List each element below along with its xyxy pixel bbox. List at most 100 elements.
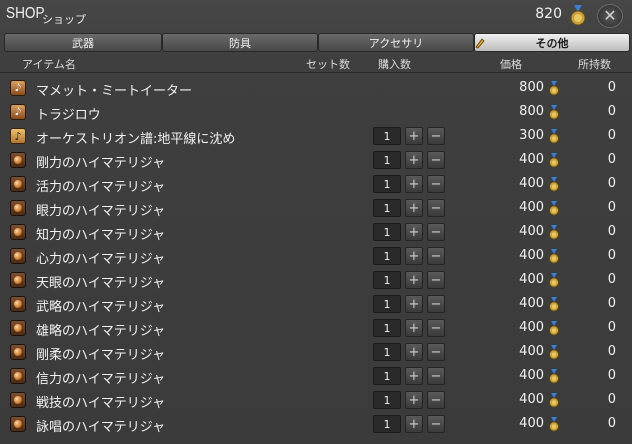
decrement-button[interactable]: −: [427, 391, 445, 409]
materia-icon: [10, 152, 26, 168]
materia-icon: [10, 176, 26, 192]
item-name: 知力のハイマテリジャ: [36, 228, 166, 243]
decrement-button[interactable]: −: [427, 199, 445, 217]
list-item[interactable]: 武略のハイマテリジャ 1 + − 400 0: [0, 292, 632, 316]
increment-button[interactable]: +: [405, 319, 423, 337]
increment-button[interactable]: +: [405, 199, 423, 217]
gil-medal-icon: [549, 273, 559, 288]
tab-weapons[interactable]: 武器: [4, 33, 162, 52]
decrement-button[interactable]: −: [427, 343, 445, 361]
close-icon: ✕: [603, 6, 617, 25]
gil-medal-icon: [549, 417, 559, 432]
quantity-input[interactable]: 1: [373, 415, 401, 433]
list-item[interactable]: 剛柔のハイマテリジャ 1 + − 400 0: [0, 340, 632, 364]
tab-label: 防具: [229, 36, 251, 50]
decrement-button[interactable]: −: [427, 295, 445, 313]
gil-medal-icon: [549, 345, 559, 360]
decrement-button[interactable]: −: [427, 247, 445, 265]
list-item[interactable]: 詠唱のハイマテリジャ 1 + − 400 0: [0, 412, 632, 436]
gil-medal-icon: [549, 129, 559, 144]
list-item[interactable]: 活力のハイマテリジャ 1 + − 400 0: [0, 172, 632, 196]
materia-icon: [10, 248, 26, 264]
item-name: オーケストリオン譜:地平線に沈め: [36, 132, 236, 147]
increment-button[interactable]: +: [405, 151, 423, 169]
quantity-input[interactable]: 1: [373, 223, 401, 241]
close-button[interactable]: ✕: [597, 4, 623, 28]
quantity-input[interactable]: 1: [373, 151, 401, 169]
list-item[interactable]: 眼力のハイマテリジャ 1 + − 400 0: [0, 196, 632, 220]
item-price: 400: [519, 152, 544, 167]
quantity-input[interactable]: 1: [373, 175, 401, 193]
quantity-input[interactable]: 1: [373, 247, 401, 265]
increment-button[interactable]: +: [405, 127, 423, 145]
item-name: 天眼のハイマテリジャ: [36, 276, 166, 291]
increment-button[interactable]: +: [405, 295, 423, 313]
materia-icon: [10, 320, 26, 336]
list-item[interactable]: ♪ オーケストリオン譜:地平線に沈め 1 + − 300 0: [0, 124, 632, 148]
header-divider: [0, 72, 632, 73]
increment-button[interactable]: +: [405, 415, 423, 433]
increment-button[interactable]: +: [405, 271, 423, 289]
list-item[interactable]: 天眼のハイマテリジャ 1 + − 400 0: [0, 268, 632, 292]
materia-icon: [10, 224, 26, 240]
item-owned-count: 0: [607, 320, 616, 335]
list-item[interactable]: 信力のハイマテリジャ 1 + − 400 0: [0, 364, 632, 388]
item-price: 800: [519, 104, 544, 119]
tab-other[interactable]: その他: [474, 33, 630, 52]
quantity-input[interactable]: 1: [373, 199, 401, 217]
decrement-button[interactable]: −: [427, 175, 445, 193]
quantity-input[interactable]: 1: [373, 391, 401, 409]
col-header-owned: 所持数: [578, 58, 611, 71]
gil-medal-icon: [549, 81, 559, 96]
quantity-input[interactable]: 1: [373, 295, 401, 313]
decrement-button[interactable]: −: [427, 151, 445, 169]
list-item[interactable]: 剛力のハイマテリジャ 1 + − 400 0: [0, 148, 632, 172]
item-owned-count: 0: [607, 152, 616, 167]
item-price: 400: [519, 392, 544, 407]
increment-button[interactable]: +: [405, 367, 423, 385]
list-item[interactable]: 知力のハイマテリジャ 1 + − 400 0: [0, 220, 632, 244]
list-item[interactable]: 雄略のハイマテリジャ 1 + − 400 0: [0, 316, 632, 340]
item-owned-count: 0: [607, 80, 616, 95]
decrement-button[interactable]: −: [427, 367, 445, 385]
gil-medal-icon: [549, 153, 559, 168]
decrement-button[interactable]: −: [427, 319, 445, 337]
increment-button[interactable]: +: [405, 391, 423, 409]
item-price: 400: [519, 416, 544, 431]
item-price: 300: [519, 128, 544, 143]
item-owned-count: 0: [607, 248, 616, 263]
increment-button[interactable]: +: [405, 247, 423, 265]
item-owned-count: 0: [607, 176, 616, 191]
category-tabs: 武器 防具 アクセサリ その他: [4, 33, 630, 53]
increment-button[interactable]: +: [405, 175, 423, 193]
tab-accessories[interactable]: アクセサリ: [318, 33, 474, 52]
quantity-input[interactable]: 1: [373, 271, 401, 289]
decrement-button[interactable]: −: [427, 127, 445, 145]
quantity-input[interactable]: 1: [373, 319, 401, 337]
item-name: 眼力のハイマテリジャ: [36, 204, 166, 219]
item-name: マメット・ミートイーター: [36, 84, 193, 99]
list-item[interactable]: 戦技のハイマテリジャ 1 + − 400 0: [0, 388, 632, 412]
tab-label: その他: [535, 36, 569, 50]
gil-medal-icon: [549, 393, 559, 408]
materia-icon: [10, 272, 26, 288]
increment-button[interactable]: +: [405, 343, 423, 361]
item-owned-count: 0: [607, 128, 616, 143]
tab-armor[interactable]: 防具: [162, 33, 318, 52]
window-header: SHOP ショップ 820 ✕: [0, 0, 632, 32]
decrement-button[interactable]: −: [427, 223, 445, 241]
item-price: 400: [519, 248, 544, 263]
list-item[interactable]: 心力のハイマテリジャ 1 + − 400 0: [0, 244, 632, 268]
list-item[interactable]: 𝅘𝅥𝅮 トラジロウ 800 0: [0, 100, 632, 124]
materia-icon: [10, 392, 26, 408]
gil-medal-icon: [570, 5, 586, 26]
item-price: 400: [519, 200, 544, 215]
decrement-button[interactable]: −: [427, 415, 445, 433]
increment-button[interactable]: +: [405, 223, 423, 241]
quantity-input[interactable]: 1: [373, 367, 401, 385]
gil-medal-icon: [549, 225, 559, 240]
quantity-input[interactable]: 1: [373, 343, 401, 361]
decrement-button[interactable]: −: [427, 271, 445, 289]
quantity-input[interactable]: 1: [373, 127, 401, 145]
list-item[interactable]: 𝅘𝅥𝅮 マメット・ミートイーター 800 0: [0, 76, 632, 100]
